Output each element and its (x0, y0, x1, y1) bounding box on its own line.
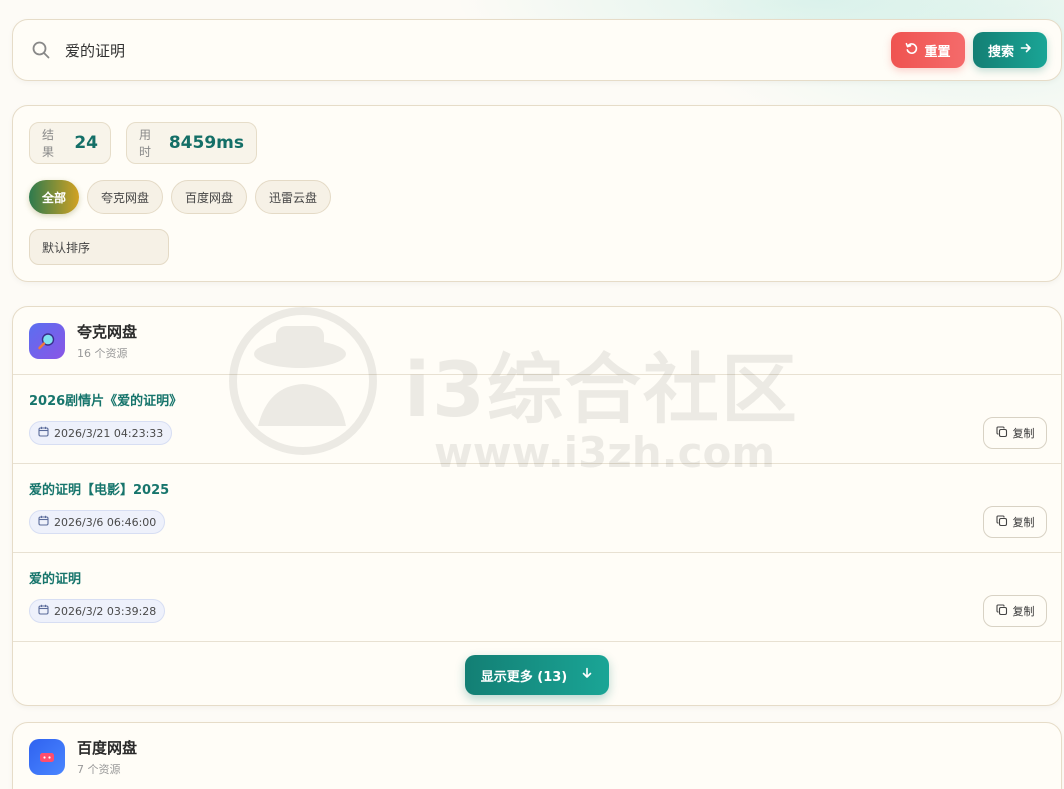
search-button-label: 搜索 (987, 44, 1014, 60)
copy-button[interactable]: 复制 (983, 506, 1047, 538)
arrow-right-icon (1020, 42, 1032, 58)
group-baidu: 百度网盘 7 个资源 (12, 722, 1062, 789)
filter-chip-quark[interactable]: 夸克网盘 (87, 180, 164, 214)
result-item: 2026剧情片《爱的证明》 2026/3/21 04:23:33 复制 (13, 375, 1061, 464)
group-header: 夸克网盘 16 个资源 (13, 307, 1061, 375)
copy-button-label: 复制 (1012, 427, 1035, 440)
group-quark: 夸克网盘 16 个资源 2026剧情片《爱的证明》 2026/3/21 04:2… (12, 306, 1062, 706)
copy-button-label: 复制 (1012, 605, 1035, 618)
quark-logo-icon (29, 322, 65, 359)
result-date: 2026/3/21 04:23:33 (29, 421, 173, 445)
result-date-text: 2026/3/21 04:23:33 (54, 426, 164, 440)
result-title[interactable]: 爱的证明 (29, 568, 81, 587)
reset-button-label: 重置 (924, 44, 951, 60)
platform-filter: 全部 夸克网盘 百度网盘 迅雷云盘 (29, 180, 332, 214)
time-value: 8459ms (168, 133, 244, 153)
result-item: 爱的证明【电影】2025 2026/3/6 06:46:00 复制 (13, 464, 1061, 553)
result-date: 2026/3/2 03:39:28 (29, 599, 166, 623)
result-item: 爱的证明 2026/3/2 03:39:28 复制 (13, 553, 1061, 642)
calendar-icon (38, 515, 49, 529)
copy-icon (995, 603, 1008, 619)
result-date-text: 2026/3/2 03:39:28 (54, 604, 157, 618)
group-count: 7 个资源 (77, 763, 121, 776)
sort-select[interactable]: 默认排序 (29, 229, 169, 265)
group-title: 百度网盘 (77, 739, 138, 757)
copy-button-label: 复制 (1012, 516, 1035, 529)
arrow-down-icon (581, 667, 593, 683)
group-title: 夸克网盘 (77, 322, 138, 341)
baidu-logo-icon (29, 739, 65, 775)
copy-button[interactable]: 复制 (983, 595, 1047, 627)
show-more-label: 显示更多 (13) (480, 669, 568, 685)
calendar-icon (38, 604, 49, 618)
reset-button[interactable]: 重置 (891, 32, 965, 68)
show-more-button[interactable]: 显示更多 (13) (464, 655, 610, 695)
filter-chip-baidu[interactable]: 百度网盘 (171, 180, 248, 214)
search-bar: 重置 搜索 (12, 19, 1062, 81)
search-input[interactable] (65, 41, 891, 59)
group-count: 16 个资源 (77, 346, 128, 360)
result-title[interactable]: 2026剧情片《爱的证明》 (29, 390, 182, 409)
filter-chip-xunlei[interactable]: 迅雷云盘 (255, 180, 332, 214)
results-stat: 结果 24 (29, 122, 111, 164)
filter-panel: 结果 24 用时 8459ms 全部 夸克网盘 百度网盘 迅雷云盘 默认排序 (12, 105, 1062, 282)
show-more-container: 显示更多 (13) (13, 642, 1061, 705)
search-button[interactable]: 搜索 (973, 32, 1047, 68)
group-header: 百度网盘 7 个资源 (13, 723, 1061, 789)
result-date: 2026/3/6 06:46:00 (29, 510, 166, 534)
copy-icon (995, 425, 1008, 441)
filter-chip-all[interactable]: 全部 (29, 180, 80, 214)
refresh-icon (905, 42, 918, 59)
search-icon (31, 40, 51, 60)
calendar-icon (38, 426, 49, 440)
time-stat: 用时 8459ms (126, 122, 257, 164)
results-value: 24 (74, 133, 98, 153)
time-label: 用时 (139, 128, 152, 159)
copy-icon (995, 514, 1008, 530)
copy-button[interactable]: 复制 (983, 417, 1047, 449)
result-title[interactable]: 爱的证明【电影】2025 (29, 479, 169, 498)
results-label: 结果 (42, 128, 55, 159)
result-date-text: 2026/3/6 06:46:00 (54, 515, 157, 529)
